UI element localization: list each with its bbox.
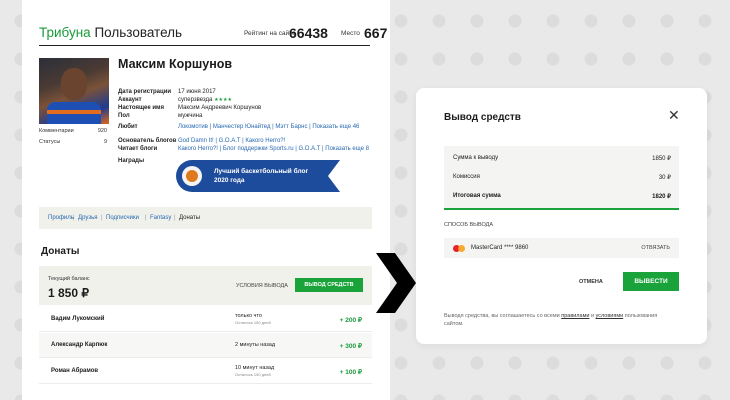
unlink-button[interactable]: ОТВЯЗАТЬ [641, 245, 670, 251]
modal-title: Вывод средств [444, 112, 521, 123]
tab-friends[interactable]: Друзья [78, 215, 97, 221]
avatar [39, 58, 109, 124]
summary-box: Сумма к выводу 1850 ₽ Комиссия 30 ₽ Итог… [444, 146, 679, 210]
donation-row: Роман Абрамов 10 минут назад Осталось 15… [39, 359, 372, 384]
donation-row: Александр Карпюк 2 минуты назад + 300 ₽ [39, 333, 372, 358]
close-icon[interactable]: ✕ [668, 108, 680, 122]
tab-profile[interactable]: Профиль [48, 215, 74, 221]
donation-row: Вадим Лукомский только что Осталось 150 … [39, 307, 372, 332]
method-label: СПОСОБ ВЫВОДА [444, 222, 494, 228]
terms-link[interactable]: условиями [596, 313, 624, 319]
confirm-withdraw-button[interactable]: ВЫВЕСТИ [623, 272, 679, 291]
rating-value: 66438 [289, 25, 328, 41]
sum-row: Сумма к выводу 1850 ₽ [453, 155, 671, 162]
basketball-icon [182, 166, 202, 186]
place-label: Место [341, 30, 360, 37]
tab-subscribers[interactable]: Подписчики [106, 215, 139, 221]
donats-title: Донаты [41, 246, 80, 257]
brand-green: Трибуна [39, 25, 91, 40]
terms-note: Выводя средства, вы соглашаетесь со всем… [444, 313, 658, 327]
comments-count: Комментарии 920 [39, 128, 107, 134]
brand-logo[interactable]: Трибуна Пользователь [39, 25, 182, 40]
card-label: MasterCard **** 9860 [471, 245, 529, 251]
award-badge: Лучший баскетбольный блог 2020 года [176, 160, 340, 192]
balance-value: 1 850 ₽ [48, 286, 89, 300]
balance-label: Текущий баланс [48, 276, 90, 282]
place-value: 667 [364, 25, 388, 41]
award-text: Лучший баскетбольный блог 2020 года [214, 168, 309, 184]
rules-link[interactable]: правилами [561, 313, 589, 319]
cancel-button[interactable]: ОТМЕНА [579, 279, 603, 285]
total-row: Итоговая сумма 1820 ₽ [453, 193, 671, 200]
site-header: Трибуна Пользователь Рейтинг на сайте 66… [39, 20, 387, 46]
tab-fantasy[interactable]: Fantasy [150, 215, 171, 221]
conditions-link[interactable]: УСЛОВИЯ ВЫВОДА [236, 283, 288, 289]
withdraw-modal: Вывод средств ✕ Сумма к выводу 1850 ₽ Ко… [416, 88, 707, 344]
user-name: Максим Коршунов [118, 57, 233, 71]
brand-dark: Пользователь [94, 25, 183, 40]
balance-box: Текущий баланс 1 850 ₽ УСЛОВИЯ ВЫВОДА ВЫ… [39, 266, 372, 305]
tab-donats[interactable]: Донаты [179, 215, 200, 221]
stars-icon: ★★★★ [214, 97, 232, 103]
mastercard-icon [453, 245, 465, 252]
chevron-right-icon [376, 253, 416, 313]
statuses-count: Статусы 9 [39, 139, 107, 145]
rating-label: Рейтинг на сайте [244, 30, 296, 37]
profile-panel: Трибуна Пользователь Рейтинг на сайте 66… [22, 0, 390, 400]
fee-row: Комиссия 30 ₽ [453, 174, 671, 181]
withdraw-button[interactable]: ВЫВОД СРЕДСТВ [295, 278, 363, 292]
profile-tabs: Профиль | Друзья | Подписчики | Fantasy … [39, 207, 372, 229]
payment-method-row: MasterCard **** 9860 ОТВЯЗАТЬ [444, 238, 679, 258]
